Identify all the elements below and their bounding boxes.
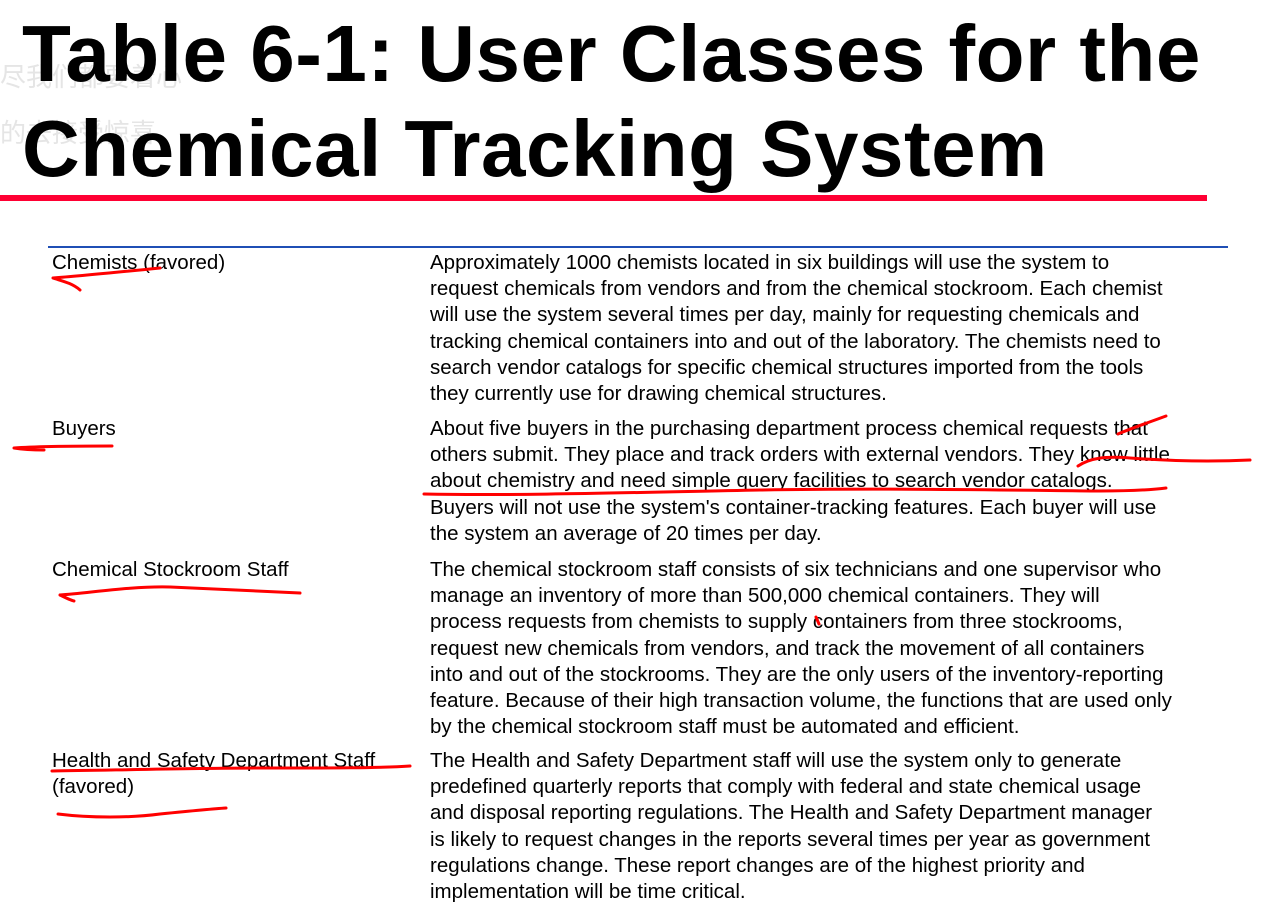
- description-line: and disposal reporting regulations. The …: [430, 801, 1153, 825]
- description-line: about chemistry and need simple query fa…: [430, 469, 1113, 493]
- description-line: tracking chemical containers into and ou…: [430, 329, 1161, 353]
- underline-favored: [56, 806, 228, 819]
- description-line: manage an inventory of more than 500,000…: [430, 584, 1100, 608]
- title-underline-rule: [0, 195, 1207, 201]
- slide-title-line-1: Table 6-1: User Classes for the: [22, 9, 1201, 98]
- description-line: request chemicals from vendors and from …: [430, 277, 1163, 301]
- description-line: by the chemical stockroom staff must be …: [430, 715, 1020, 739]
- description-line: request new chemicals from vendors, and …: [430, 636, 1145, 660]
- description-line: Approximately 1000 chemists located in s…: [430, 251, 1110, 274]
- description-line: process requests from chemists to supply…: [430, 610, 1123, 634]
- description-line: is likely to request changes in the repo…: [430, 827, 1151, 851]
- user-class-name: Chemical Stockroom Staff: [52, 558, 289, 581]
- description-line: The Health and Safety Department staff w…: [430, 749, 1122, 772]
- user-class-name: Health and Safety Department Staff (favo…: [52, 748, 422, 800]
- description-line: search vendor catalogs for specific chem…: [430, 355, 1144, 379]
- description-line: implementation will be time critical.: [430, 880, 746, 904]
- description-line: About five buyers in the purchasing depa…: [430, 417, 1148, 440]
- description-line: regulations change. These report changes…: [430, 853, 1085, 877]
- description-line: predefined quarterly reports that comply…: [430, 775, 1142, 799]
- description-line: Buyers will not use the system's contain…: [430, 495, 1157, 519]
- user-class-description: About five buyers in the purchasing depa…: [430, 416, 1230, 547]
- underline-stockroom-staff: [58, 585, 302, 603]
- user-class-description: The Health and Safety Department staff w…: [430, 748, 1230, 905]
- slide-title-line-2: Chemical Tracking System: [22, 104, 1048, 193]
- slide-title: Table 6-1: User Classes for the Chemical…: [22, 6, 1262, 196]
- description-line: feature. Because of their high transacti…: [430, 689, 1172, 713]
- table-top-rule: [48, 246, 1228, 248]
- underline-buyers: [12, 444, 114, 452]
- description-line: will use the system several times per da…: [430, 303, 1140, 327]
- user-class-name: Buyers: [52, 417, 116, 440]
- description-line: the system an average of 20 times per da…: [430, 521, 822, 545]
- user-class-name-line: Health and Safety Department Staff: [52, 749, 376, 772]
- description-line: others submit. They place and track orde…: [430, 443, 1170, 467]
- description-line: into and out of the stockrooms. They are…: [430, 662, 1164, 686]
- user-class-name-line: (favored): [52, 775, 135, 799]
- user-class-description: Approximately 1000 chemists located in s…: [430, 250, 1230, 407]
- description-line: The chemical stockroom staff consists of…: [430, 558, 1162, 581]
- user-class-description: The chemical stockroom staff consists of…: [430, 557, 1230, 740]
- user-class-name: Chemists (favored): [52, 251, 226, 274]
- description-line: they currently use for drawing chemical …: [430, 382, 887, 406]
